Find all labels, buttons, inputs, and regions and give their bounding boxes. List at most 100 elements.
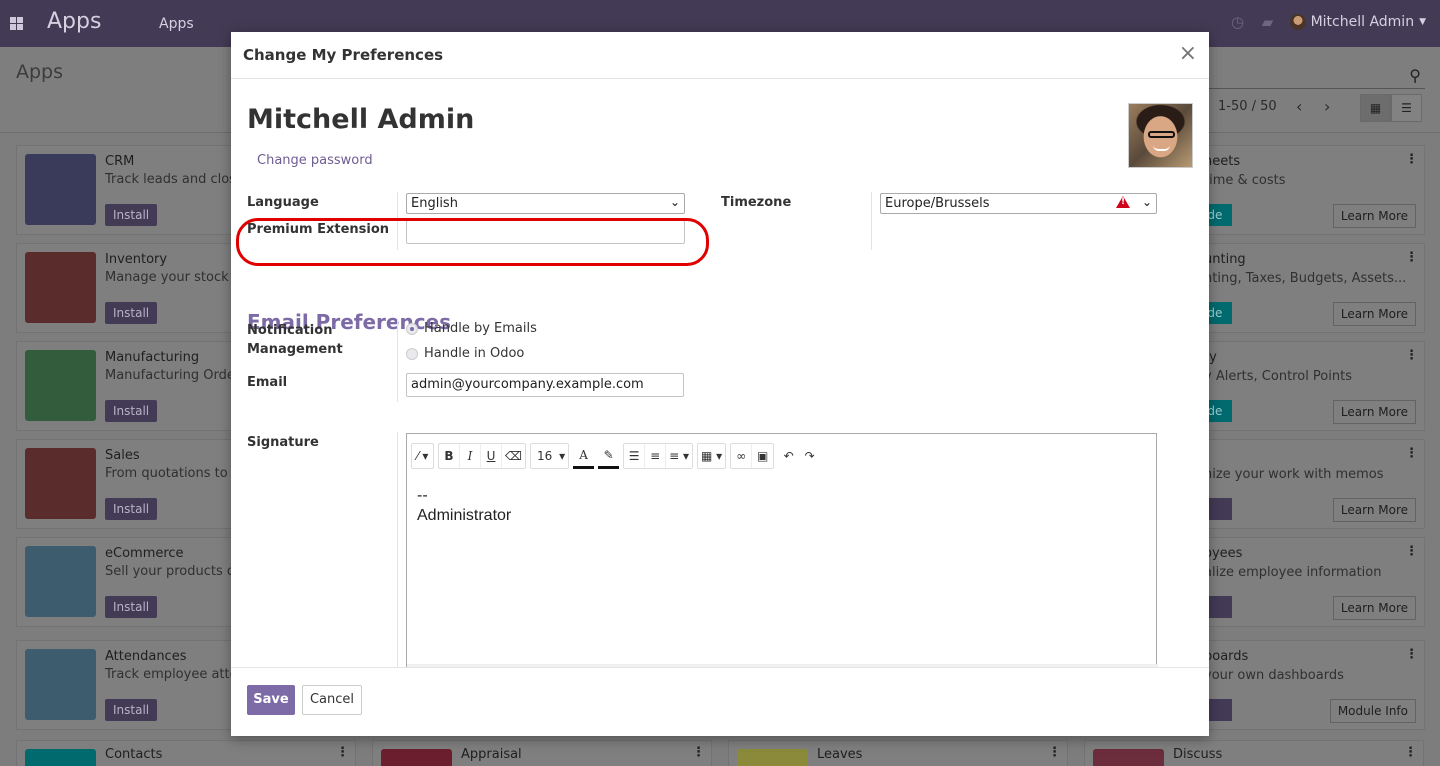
learn-more-button[interactable]: Learn More bbox=[1332, 302, 1416, 326]
app-icon bbox=[25, 749, 96, 766]
kebab-menu-icon[interactable]: ⋮ bbox=[336, 745, 349, 760]
editor-toolbar: ⁄ ▾ B I U ⌫ 16 ▾ A ✎ ☰ ≡ ≡ ▾ ▦ ▾ ∞ ▣ ↶ ↷ bbox=[411, 443, 820, 469]
install-button[interactable]: Install bbox=[105, 498, 158, 520]
app-title: Attendances bbox=[105, 649, 187, 664]
app-card[interactable]: boards ⋮ your own dashboards l Module In… bbox=[1195, 640, 1425, 730]
close-icon[interactable]: × bbox=[1179, 43, 1197, 65]
apps-menu-icon[interactable] bbox=[10, 17, 23, 30]
timezone-value: Europe/Brussels bbox=[885, 196, 990, 211]
kebab-menu-icon[interactable]: ⋮ bbox=[1405, 152, 1418, 167]
radio-unchecked-icon[interactable] bbox=[406, 347, 418, 360]
change-password-link[interactable]: Change password bbox=[257, 153, 373, 168]
app-card[interactable]: ⋮ nize your work with memos l Learn More bbox=[1195, 439, 1425, 529]
app-card[interactable]: ty ⋮ y Alerts, Control Points ade Learn … bbox=[1195, 341, 1425, 431]
app-card[interactable]: Contacts ⋮ bbox=[16, 740, 356, 766]
cancel-button[interactable]: Cancel bbox=[302, 685, 362, 715]
app-title: Leaves bbox=[817, 747, 863, 762]
app-icon bbox=[1093, 749, 1164, 766]
app-title: unting bbox=[1204, 252, 1246, 267]
bullet-list-icon[interactable]: ☰ bbox=[624, 444, 646, 468]
learn-more-button[interactable]: Module Info bbox=[1329, 699, 1416, 723]
kebab-menu-icon[interactable]: ⋮ bbox=[1404, 745, 1417, 760]
app-card[interactable]: Discuss ⋮ bbox=[1084, 740, 1424, 766]
dialog-title: Change My Preferences bbox=[243, 46, 444, 64]
activity-clock-icon[interactable]: ◷ bbox=[1230, 14, 1246, 30]
dialog-footer: Save Cancel bbox=[231, 667, 1209, 736]
signature-editor[interactable]: ⁄ ▾ B I U ⌫ 16 ▾ A ✎ ☰ ≡ ≡ ▾ ▦ ▾ ∞ ▣ ↶ ↷… bbox=[406, 433, 1158, 667]
user-avatar bbox=[1289, 14, 1306, 30]
font-color-icon[interactable]: A bbox=[573, 443, 595, 469]
learn-more-button[interactable]: Learn More bbox=[1332, 400, 1416, 424]
preferences-dialog: Change My Preferences × Mitchell Admin C… bbox=[231, 32, 1209, 736]
save-button[interactable]: Save bbox=[247, 685, 295, 715]
align-icon[interactable]: ≡ ▾ bbox=[666, 444, 692, 468]
app-description: alize employee information bbox=[1204, 565, 1382, 580]
app-card[interactable]: Appraisal ⋮ bbox=[372, 740, 712, 766]
pager-prev-icon[interactable]: ‹ bbox=[1296, 97, 1302, 116]
list-view-icon[interactable]: ☰ bbox=[1391, 94, 1422, 122]
email-input[interactable]: admin@yourcompany.example.com bbox=[406, 373, 684, 397]
pager-next-icon[interactable]: › bbox=[1324, 97, 1330, 116]
app-card[interactable]: heets ⋮ time & costs ade Learn More bbox=[1195, 145, 1425, 235]
bold-icon[interactable]: B bbox=[439, 444, 460, 468]
app-card[interactable]: unting ⋮ nting, Taxes, Budgets, Assets..… bbox=[1195, 243, 1425, 333]
kebab-menu-icon[interactable]: ⋮ bbox=[1405, 250, 1418, 265]
italic-icon[interactable]: I bbox=[460, 444, 481, 468]
app-description: time & costs bbox=[1204, 173, 1286, 188]
app-icon bbox=[25, 350, 96, 421]
eraser-icon[interactable]: ⌫ bbox=[502, 444, 525, 468]
style-wand-icon[interactable]: ⁄ ▾ bbox=[412, 444, 433, 468]
kebab-menu-icon[interactable]: ⋮ bbox=[1405, 544, 1418, 559]
search-icon[interactable]: ⚲ bbox=[1409, 66, 1421, 85]
table-icon[interactable]: ▦ ▾ bbox=[698, 444, 725, 468]
font-size-value: 16 bbox=[536, 449, 553, 463]
user-menu[interactable]: Mitchell Admin ▼ bbox=[1289, 14, 1426, 30]
undo-icon[interactable]: ↶ bbox=[778, 443, 799, 469]
image-icon[interactable]: ▣ bbox=[752, 444, 773, 468]
link-icon[interactable]: ∞ bbox=[731, 444, 753, 468]
kebab-menu-icon[interactable]: ⋮ bbox=[1405, 647, 1418, 662]
kebab-menu-icon[interactable]: ⋮ bbox=[1048, 745, 1061, 760]
app-icon bbox=[25, 546, 96, 617]
nav-menu-apps[interactable]: Apps bbox=[159, 16, 194, 32]
radio-handle-in-odoo[interactable]: Handle in Odoo bbox=[406, 346, 524, 361]
pager-value[interactable]: 1-50 / 50 bbox=[1218, 99, 1277, 114]
search-input[interactable]: ⚲ bbox=[1195, 61, 1425, 89]
app-title: Sales bbox=[105, 448, 140, 463]
underline-icon[interactable]: U bbox=[481, 444, 502, 468]
install-button[interactable]: Install bbox=[105, 596, 158, 618]
app-description: your own dashboards bbox=[1204, 668, 1344, 683]
numbered-list-icon[interactable]: ≡ bbox=[645, 444, 667, 468]
redo-icon[interactable]: ↷ bbox=[799, 443, 820, 469]
font-size-select[interactable]: 16 ▾ bbox=[531, 444, 568, 468]
app-icon bbox=[25, 154, 96, 225]
kebab-menu-icon[interactable]: ⋮ bbox=[1405, 348, 1418, 363]
signature-content[interactable]: -- Administrator bbox=[417, 486, 511, 526]
app-card[interactable]: Leaves ⋮ bbox=[728, 740, 1068, 766]
app-title: boards bbox=[1204, 649, 1249, 664]
app-title: Appraisal bbox=[461, 747, 522, 762]
chat-icon[interactable]: ▰ bbox=[1260, 14, 1276, 30]
radio-checked-icon[interactable] bbox=[406, 322, 418, 335]
install-button[interactable]: Install bbox=[105, 699, 158, 721]
learn-more-button[interactable]: Learn More bbox=[1332, 596, 1416, 620]
chevron-down-icon: ⌄ bbox=[1141, 195, 1152, 209]
app-icon bbox=[25, 448, 96, 519]
kebab-menu-icon[interactable]: ⋮ bbox=[692, 745, 705, 760]
learn-more-button[interactable]: Learn More bbox=[1332, 498, 1416, 522]
install-button[interactable]: Install bbox=[105, 400, 158, 422]
user-photo[interactable] bbox=[1128, 103, 1193, 168]
learn-more-button[interactable]: Learn More bbox=[1332, 204, 1416, 228]
timezone-select[interactable]: Europe/Brussels ⌄ bbox=[880, 193, 1157, 214]
install-button[interactable]: Install bbox=[105, 302, 158, 324]
background-color-icon[interactable]: ✎ bbox=[598, 443, 620, 469]
install-button[interactable]: Install bbox=[105, 204, 158, 226]
app-card[interactable]: oyees ⋮ alize employee information l Lea… bbox=[1195, 537, 1425, 627]
language-select[interactable]: English ⌄ bbox=[406, 193, 685, 214]
app-title: oyees bbox=[1204, 546, 1243, 561]
kanban-view-icon[interactable]: ▦ bbox=[1360, 94, 1391, 122]
radio-handle-by-emails[interactable]: Handle by Emails bbox=[406, 321, 537, 336]
radio-label: Handle by Emails bbox=[424, 321, 537, 336]
kebab-menu-icon[interactable]: ⋮ bbox=[1405, 446, 1418, 461]
dialog-header: Change My Preferences × bbox=[231, 32, 1209, 79]
